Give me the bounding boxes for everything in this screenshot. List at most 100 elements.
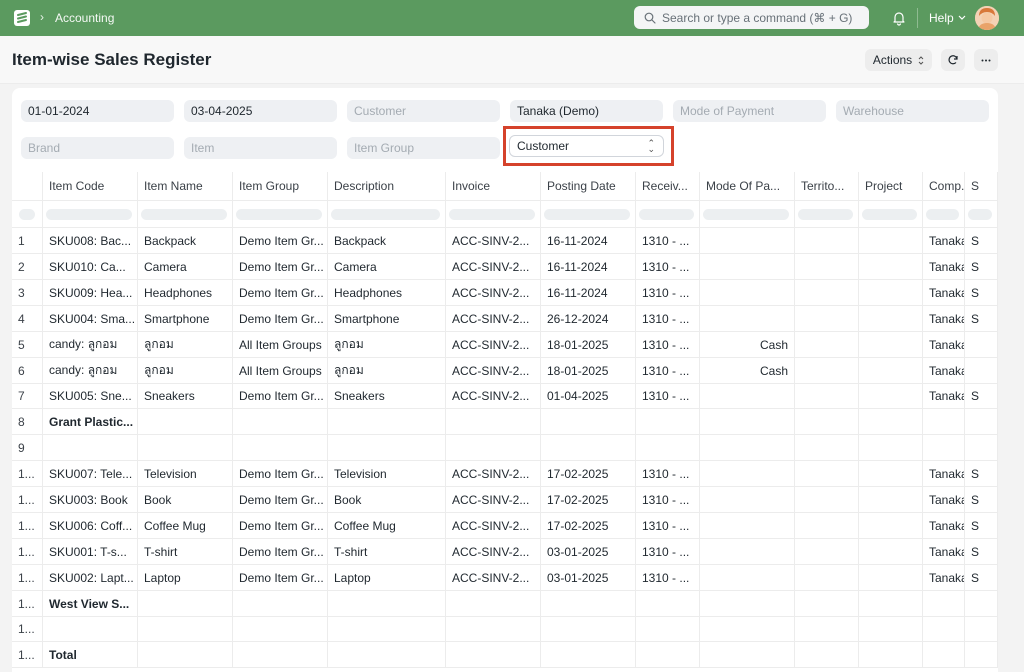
table-cell-receivable[interactable]: 1310 - ...: [636, 383, 700, 408]
table-cell-item-group[interactable]: Demo Item Gr...: [233, 306, 328, 331]
table-cell-item-name[interactable]: Laptop: [138, 565, 233, 590]
table-cell-company[interactable]: [923, 642, 965, 667]
table-cell-posting-date[interactable]: 17-02-2025: [541, 513, 636, 538]
table-cell-invoice[interactable]: ACC-SINV-2...: [446, 280, 541, 305]
column-header[interactable]: S: [965, 172, 998, 200]
table-cell-posting-date[interactable]: 26-12-2024: [541, 306, 636, 331]
table-cell-posting-date[interactable]: [541, 435, 636, 460]
user-avatar[interactable]: [975, 6, 999, 30]
column-filter-input[interactable]: [236, 208, 322, 220]
table-cell-item-group[interactable]: All Item Groups: [233, 332, 328, 357]
table-cell-project[interactable]: [859, 383, 923, 408]
table-cell-item-name[interactable]: Book: [138, 487, 233, 512]
table-cell-receivable[interactable]: 1310 - ...: [636, 306, 700, 331]
table-cell-description[interactable]: Coffee Mug: [328, 513, 446, 538]
table-cell-item-name[interactable]: Smartphone: [138, 306, 233, 331]
table-cell-item-code[interactable]: [43, 435, 138, 460]
table-cell-receivable[interactable]: 1310 - ...: [636, 461, 700, 486]
table-cell-item-group[interactable]: Demo Item Gr...: [233, 383, 328, 408]
table-cell-item-group[interactable]: Demo Item Gr...: [233, 461, 328, 486]
table-cell-receivable[interactable]: 1310 - ...: [636, 228, 700, 253]
table-cell-receivable[interactable]: 1310 - ...: [636, 332, 700, 357]
table-cell-description[interactable]: Laptop: [328, 565, 446, 590]
table-cell-description[interactable]: Camera: [328, 254, 446, 279]
table-cell-description[interactable]: T-shirt: [328, 539, 446, 564]
table-cell-company[interactable]: Tanaka ...: [923, 513, 965, 538]
table-cell-mode-of-payment[interactable]: [700, 280, 795, 305]
table-cell-territory[interactable]: [795, 539, 859, 564]
column-filter-input[interactable]: [926, 208, 959, 220]
table-cell-project[interactable]: [859, 280, 923, 305]
table-cell-project[interactable]: [859, 332, 923, 357]
table-cell-mode-of-payment[interactable]: [700, 565, 795, 590]
table-cell-receivable[interactable]: 1310 - ...: [636, 358, 700, 383]
table-cell-description[interactable]: Sneakers: [328, 383, 446, 408]
table-cell-item-code[interactable]: SKU004: Sma...: [43, 306, 138, 331]
table-cell-company[interactable]: Tanaka ...: [923, 228, 965, 253]
table-cell-posting-date[interactable]: 17-02-2025: [541, 487, 636, 512]
table-cell-mode-of-payment[interactable]: [700, 513, 795, 538]
table-cell-project[interactable]: [859, 254, 923, 279]
breadcrumb-accounting[interactable]: Accounting: [55, 11, 114, 25]
table-cell-item-name[interactable]: [138, 642, 233, 667]
table-cell-posting-date[interactable]: [541, 409, 636, 434]
table-cell-description[interactable]: Smartphone: [328, 306, 446, 331]
table-cell-company[interactable]: Tanaka ...: [923, 461, 965, 486]
table-cell-description[interactable]: Television: [328, 461, 446, 486]
table-cell-s[interactable]: S: [965, 487, 998, 512]
table-cell-company[interactable]: Tanaka ...: [923, 306, 965, 331]
table-cell-territory[interactable]: [795, 332, 859, 357]
table-cell-description[interactable]: [328, 642, 446, 667]
table-cell-invoice[interactable]: ACC-SINV-2...: [446, 487, 541, 512]
table-cell-project[interactable]: [859, 228, 923, 253]
table-cell-posting-date[interactable]: [541, 642, 636, 667]
table-cell-territory[interactable]: [795, 358, 859, 383]
table-cell-item-name[interactable]: T-shirt: [138, 539, 233, 564]
table-cell-description[interactable]: ลูกอม: [328, 332, 446, 357]
table-cell-item-group[interactable]: Demo Item Gr...: [233, 565, 328, 590]
from-date-filter[interactable]: 01-01-2024: [21, 100, 174, 122]
table-cell-mode-of-payment[interactable]: [700, 306, 795, 331]
table-cell-item-name[interactable]: Headphones: [138, 280, 233, 305]
table-cell-posting-date[interactable]: 16-11-2024: [541, 280, 636, 305]
column-header[interactable]: Project: [859, 172, 923, 200]
table-cell-receivable[interactable]: [636, 642, 700, 667]
table-cell-invoice[interactable]: ACC-SINV-2...: [446, 383, 541, 408]
warehouse-filter[interactable]: Warehouse: [836, 100, 989, 122]
table-cell-territory[interactable]: [795, 435, 859, 460]
table-cell-item-code[interactable]: candy: ลูกอม: [43, 358, 138, 383]
table-cell-item-code[interactable]: [43, 616, 138, 641]
table-cell-company[interactable]: Tanaka ...: [923, 254, 965, 279]
table-cell-item-name[interactable]: ลูกอม: [138, 358, 233, 383]
table-cell-project[interactable]: [859, 591, 923, 616]
table-cell-invoice[interactable]: [446, 435, 541, 460]
table-cell-s[interactable]: S: [965, 539, 998, 564]
table-cell-territory[interactable]: [795, 254, 859, 279]
table-cell-company[interactable]: [923, 591, 965, 616]
table-cell-project[interactable]: [859, 539, 923, 564]
table-cell-posting-date[interactable]: 18-01-2025: [541, 358, 636, 383]
table-cell-invoice[interactable]: [446, 591, 541, 616]
table-cell-item-group[interactable]: Demo Item Gr...: [233, 280, 328, 305]
item-filter[interactable]: Item: [184, 137, 337, 159]
table-cell-project[interactable]: [859, 409, 923, 434]
table-cell-item-code[interactable]: Total: [43, 642, 138, 667]
table-cell-receivable[interactable]: 1310 - ...: [636, 487, 700, 512]
table-cell-project[interactable]: [859, 358, 923, 383]
table-cell-item-name[interactable]: [138, 591, 233, 616]
table-cell-mode-of-payment[interactable]: [700, 642, 795, 667]
column-header[interactable]: Territo...: [795, 172, 859, 200]
more-options-button[interactable]: [974, 49, 998, 71]
column-filter-input[interactable]: [968, 208, 992, 220]
table-cell-s[interactable]: S: [965, 280, 998, 305]
table-cell-territory[interactable]: [795, 487, 859, 512]
table-cell-territory[interactable]: [795, 383, 859, 408]
table-cell-item-group[interactable]: Demo Item Gr...: [233, 228, 328, 253]
company-filter[interactable]: Tanaka (Demo): [510, 100, 663, 122]
column-filter-input[interactable]: [141, 208, 227, 220]
table-cell-item-code[interactable]: Grant Plastic...: [43, 409, 138, 434]
column-header[interactable]: Invoice: [446, 172, 541, 200]
table-cell-mode-of-payment[interactable]: [700, 435, 795, 460]
table-cell-territory[interactable]: [795, 306, 859, 331]
table-cell-company[interactable]: [923, 616, 965, 641]
